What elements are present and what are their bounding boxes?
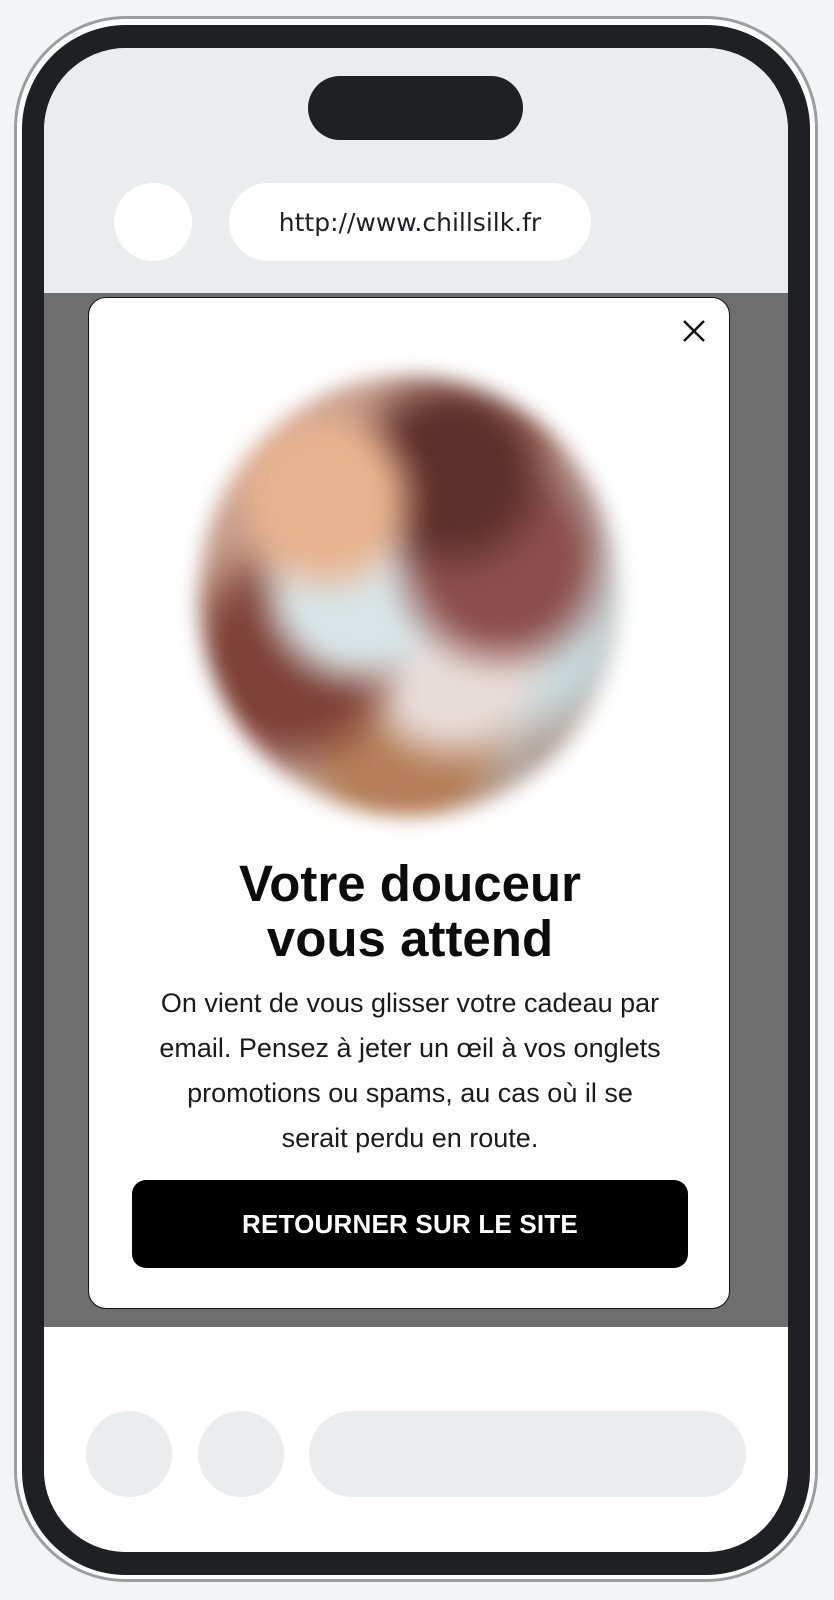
headline-line-1: Votre douceur	[239, 855, 581, 912]
body-line-1: On vient de vous glisser votre cadeau pa…	[160, 988, 660, 1018]
body-line-2: email. Pensez à jeter un œil à vos ongle…	[159, 1033, 661, 1063]
url-text: http://www.chillsilk.fr	[278, 207, 542, 237]
url-bar[interactable]: http://www.chillsilk.fr	[229, 183, 591, 261]
body-line-3: promotions ou spams, au cas où il se	[187, 1078, 633, 1108]
browser-bottom-bar	[44, 1327, 788, 1552]
product-image-wrap	[189, 366, 629, 826]
back-button[interactable]	[86, 1411, 172, 1497]
dynamic-island	[308, 76, 523, 140]
close-button[interactable]	[679, 316, 709, 346]
modal-headline: Votre douceur vous attend	[89, 856, 731, 966]
bottom-nav-pill[interactable]	[309, 1411, 746, 1497]
blurred-photo	[199, 376, 619, 816]
body-line-4: serait perdu en route.	[281, 1123, 539, 1153]
browser-avatar-placeholder[interactable]	[114, 183, 192, 261]
return-to-site-button[interactable]: RETOURNER SUR LE SITE	[132, 1180, 688, 1268]
browser-top-area: http://www.chillsilk.fr	[44, 48, 788, 293]
forward-button[interactable]	[198, 1411, 284, 1497]
modal-body-text: On vient de vous glisser votre cadeau pa…	[129, 981, 691, 1161]
gift-confirmation-modal: Votre douceur vous attend On vient de vo…	[88, 297, 730, 1309]
close-icon	[683, 320, 705, 342]
headline-line-2: vous attend	[266, 910, 554, 967]
